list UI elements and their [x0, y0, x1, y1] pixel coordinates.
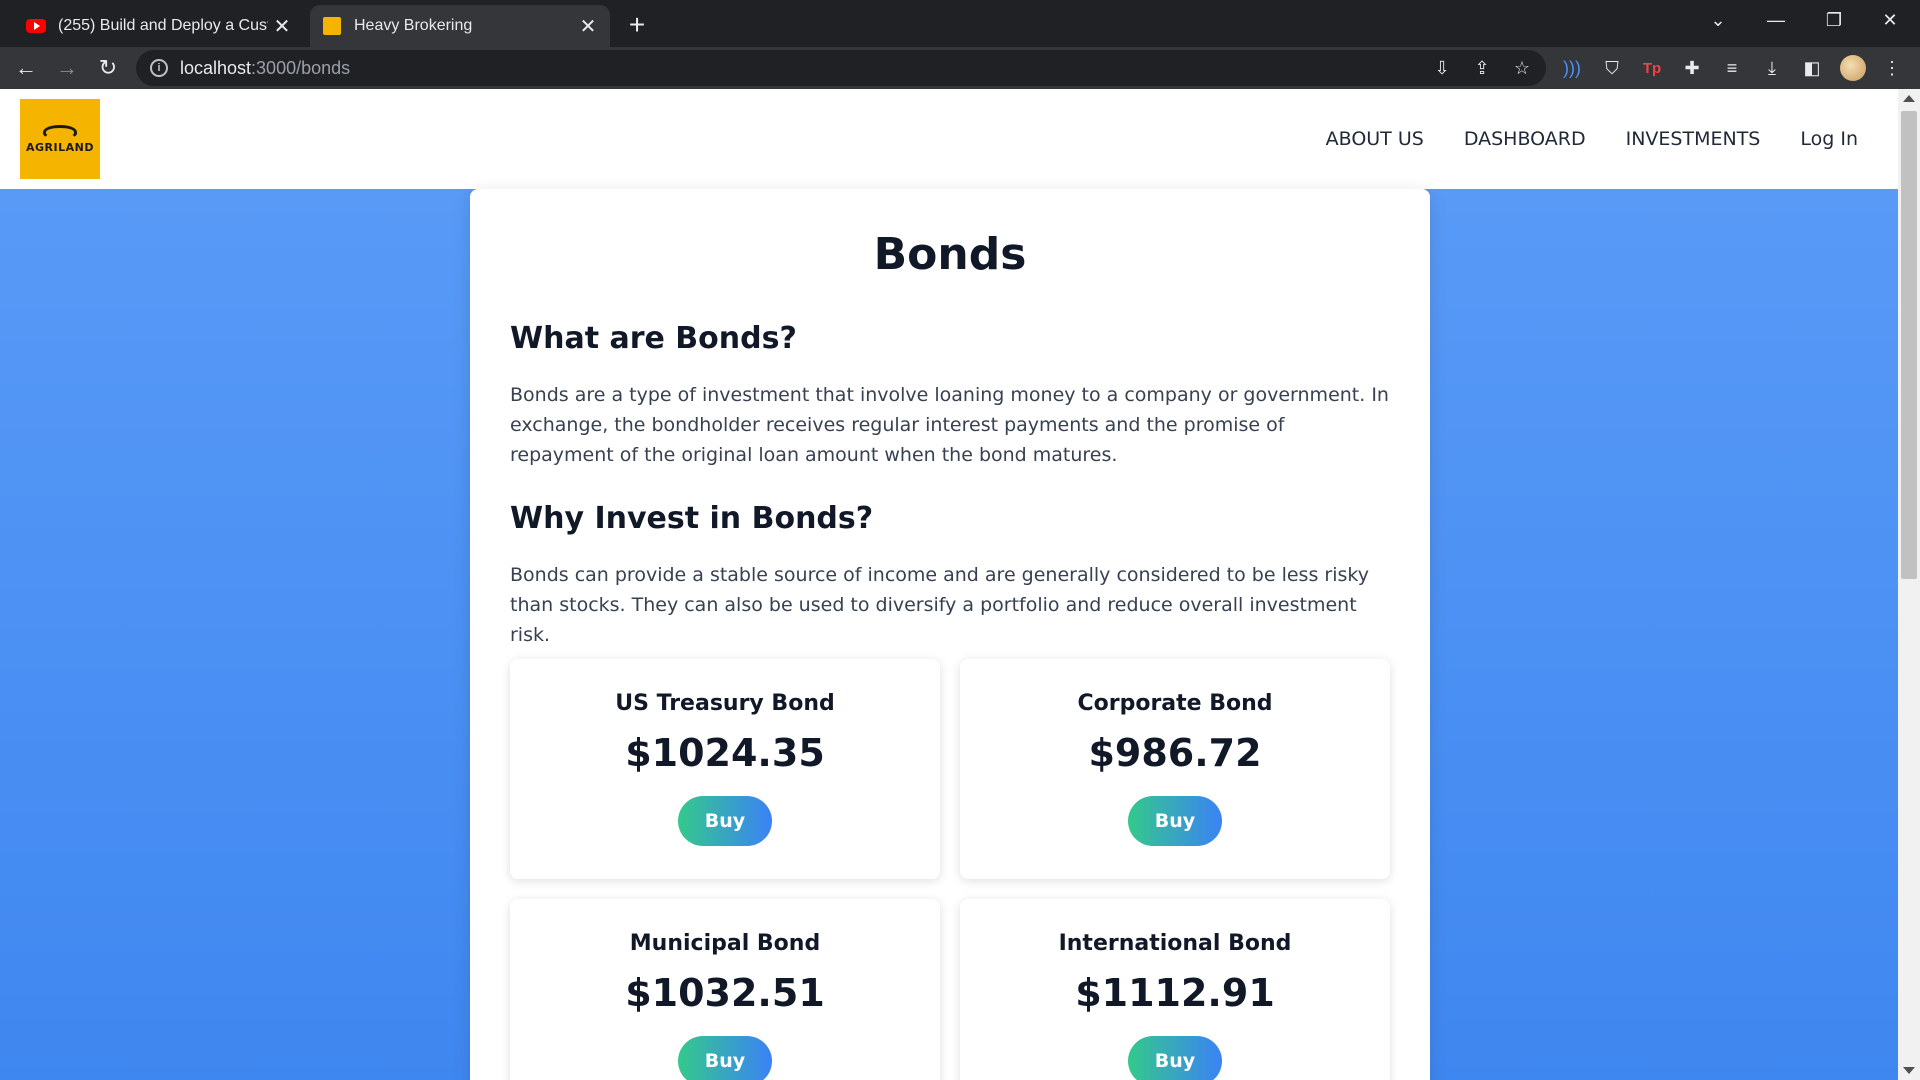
section-heading-what: What are Bonds? — [510, 321, 797, 356]
tab-title: (255) Build and Deploy a Custom — [58, 17, 268, 34]
scroll-thumb[interactable] — [1901, 111, 1917, 579]
bond-card-international: International Bond $1112.91 Buy — [960, 899, 1390, 1080]
section-text-why: Bonds can provide a stable source of inc… — [510, 564, 1369, 646]
chrome-menu-icon[interactable]: ⋮ — [1880, 56, 1904, 80]
bonds-card: Bonds What are Bonds? Bonds are a type o… — [470, 189, 1430, 1080]
restore-button[interactable]: ❐ — [1806, 0, 1862, 40]
page-scrollbar[interactable] — [1898, 89, 1920, 1080]
close-tab-icon[interactable]: ✕ — [268, 12, 296, 40]
close-window-button[interactable]: ✕ — [1862, 0, 1918, 40]
bond-price: $986.72 — [1088, 731, 1262, 775]
section-text-what: Bonds are a type of investment that invo… — [510, 384, 1389, 466]
tp-extension-icon[interactable]: Tp — [1640, 56, 1664, 80]
bookmark-star-icon[interactable]: ☆ — [1510, 56, 1534, 80]
nav-log-in[interactable]: Log In — [1800, 128, 1858, 150]
tab-search-icon[interactable]: ⌄ — [1690, 0, 1746, 40]
bond-card-municipal: Municipal Bond $1032.51 Buy — [510, 899, 940, 1080]
browser-toolbar: ← → ↻ i localhost:3000/bonds ⇩ ⇪ ☆ ))) ⛉… — [0, 47, 1920, 89]
profile-avatar[interactable] — [1840, 55, 1866, 81]
install-app-icon[interactable]: ⇩ — [1430, 56, 1454, 80]
wifi-extension-icon[interactable]: ))) — [1560, 56, 1584, 80]
nav-investments[interactable]: INVESTMENTS — [1626, 128, 1761, 150]
forward-button[interactable]: → — [51, 52, 83, 84]
buy-button[interactable]: Buy — [678, 796, 772, 846]
browser-tab-heavy-brokering[interactable]: Heavy Brokering ✕ — [310, 5, 610, 47]
site-header: AGRILAND ABOUT US DASHBOARD INVESTMENTS … — [0, 89, 1898, 189]
site-info-icon[interactable]: i — [150, 59, 168, 77]
main-nav: ABOUT US DASHBOARD INVESTMENTS Log In — [1326, 89, 1858, 189]
downloads-icon[interactable]: ⤓ — [1760, 56, 1784, 80]
scroll-up-arrow-icon[interactable] — [1903, 95, 1915, 102]
bond-name: International Bond — [1058, 931, 1292, 956]
page-title: Bonds — [873, 229, 1027, 280]
bond-price: $1024.35 — [625, 731, 825, 775]
browser-tab-bar: (255) Build and Deploy a Custom ✕ Heavy … — [0, 0, 1920, 47]
side-panel-icon[interactable]: ◧ — [1800, 56, 1824, 80]
minimize-button[interactable]: — — [1748, 0, 1804, 40]
youtube-icon — [26, 16, 46, 36]
logo-mark-icon — [43, 124, 77, 139]
shield-extension-icon[interactable]: ⛉ — [1600, 56, 1624, 80]
bond-card-corporate: Corporate Bond $986.72 Buy — [960, 659, 1390, 879]
page-viewport: AGRILAND ABOUT US DASHBOARD INVESTMENTS … — [0, 89, 1920, 1080]
address-bar[interactable]: i localhost:3000/bonds ⇩ ⇪ ☆ — [136, 50, 1546, 86]
extensions-puzzle-icon[interactable]: ✚ — [1680, 56, 1704, 80]
buy-button[interactable]: Buy — [1128, 796, 1222, 846]
bond-name: Municipal Bond — [629, 931, 821, 956]
bond-card-us-treasury: US Treasury Bond $1024.35 Buy — [510, 659, 940, 879]
nav-dashboard[interactable]: DASHBOARD — [1464, 128, 1586, 150]
new-tab-button[interactable]: + — [620, 8, 654, 42]
bond-name: US Treasury Bond — [615, 691, 835, 716]
tab-title: Heavy Brokering — [354, 17, 473, 34]
buy-button[interactable]: Buy — [1128, 1036, 1222, 1080]
share-icon[interactable]: ⇪ — [1470, 56, 1494, 80]
agriland-logo[interactable]: AGRILAND — [20, 99, 100, 179]
bond-price: $1032.51 — [625, 971, 825, 1015]
close-tab-icon[interactable]: ✕ — [574, 12, 602, 40]
buy-button[interactable]: Buy — [678, 1036, 772, 1080]
browser-tab-youtube[interactable]: (255) Build and Deploy a Custom ✕ — [14, 5, 304, 47]
back-button[interactable]: ← — [10, 52, 42, 84]
bond-price: $1112.91 — [1075, 971, 1275, 1015]
agriland-favicon — [322, 16, 342, 36]
bond-name: Corporate Bond — [1077, 691, 1273, 716]
url-text: localhost:3000/bonds — [180, 57, 351, 78]
scroll-down-arrow-icon[interactable] — [1903, 1067, 1915, 1074]
section-heading-why: Why Invest in Bonds? — [510, 501, 874, 536]
media-control-icon[interactable]: ≡ — [1720, 56, 1744, 80]
reload-button[interactable]: ↻ — [92, 52, 124, 84]
logo-text: AGRILAND — [26, 140, 94, 154]
nav-about-us[interactable]: ABOUT US — [1326, 128, 1424, 150]
